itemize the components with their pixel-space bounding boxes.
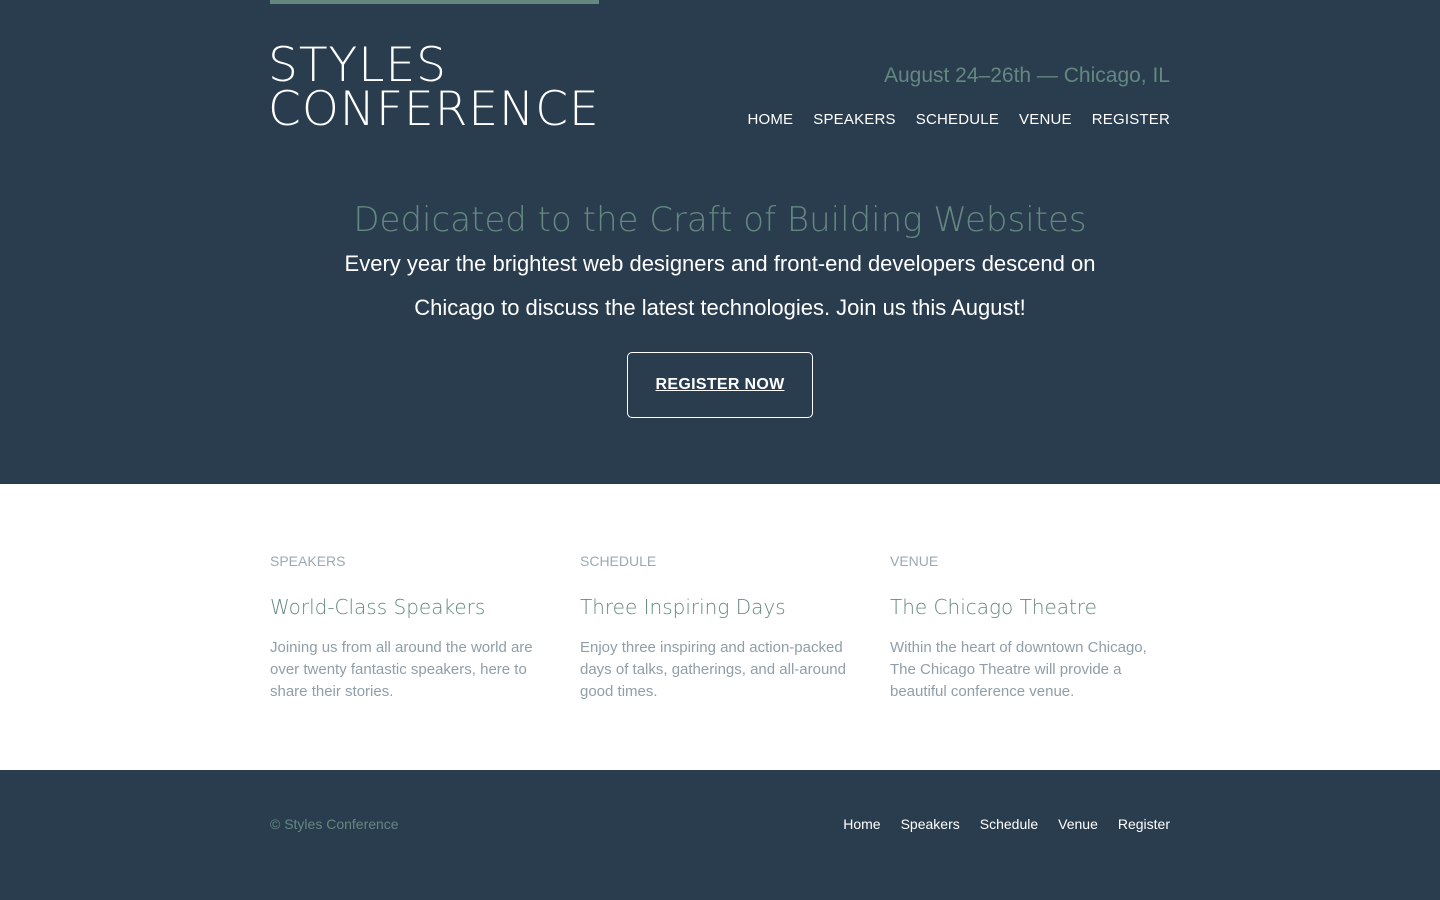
feature-title[interactable]: The Chicago Theatre — [890, 593, 1170, 621]
hero-text: Every year the brightest web designers a… — [344, 251, 1096, 320]
site-footer: © Styles Conference Home Speakers Schedu… — [0, 770, 1440, 900]
feature-title[interactable]: World-Class Speakers — [270, 593, 550, 621]
hero-section: Dedicated to the Craft of Building Websi… — [0, 198, 1440, 330]
nav-item-schedule[interactable]: SCHEDULE — [916, 111, 999, 128]
nav-item-speakers[interactable]: SPEAKERS — [813, 111, 895, 128]
logo-line-2[interactable]: CONFERENCE — [268, 86, 600, 133]
feature-venue: VENUE The Chicago Theatre Within the hea… — [890, 552, 1170, 703]
site-header: STYLES CONFERENCE August 24–26th — Chica… — [0, 0, 1440, 484]
register-now-button[interactable]: REGISTER NOW — [627, 352, 813, 418]
feature-kicker: SPEAKERS — [270, 553, 346, 569]
feature-speakers: SPEAKERS World-Class Speakers Joining us… — [270, 552, 550, 703]
feature-kicker: VENUE — [890, 553, 939, 569]
footer-link-speakers[interactable]: Speakers — [901, 816, 960, 832]
features-section: SPEAKERS World-Class Speakers Joining us… — [0, 484, 1440, 770]
footer-nav: Home Speakers Schedule Venue Register — [843, 816, 1170, 832]
event-tagline: August 24–26th — Chicago, IL — [883, 64, 1170, 87]
primary-nav: HOME SPEAKERS SCHEDULE VENUE REGISTER — [747, 111, 1170, 128]
feature-schedule: SCHEDULE Three Inspiring Days Enjoy thre… — [580, 552, 860, 703]
copyright-text: © Styles Conference — [270, 816, 399, 832]
footer-link-schedule[interactable]: Schedule — [980, 816, 1038, 832]
site-logo[interactable]: STYLES CONFERENCE — [268, 42, 600, 133]
feature-title[interactable]: Three Inspiring Days — [580, 593, 860, 621]
nav-item-venue[interactable]: VENUE — [1019, 111, 1072, 128]
footer-link-register[interactable]: Register — [1118, 816, 1170, 832]
feature-text: Within the heart of downtown Chicago, Th… — [890, 639, 1147, 700]
footer-link-venue[interactable]: Venue — [1058, 816, 1098, 832]
feature-text: Joining us from all around the world are… — [270, 639, 533, 700]
feature-text: Enjoy three inspiring and action-packed … — [580, 639, 846, 700]
logo-accent-bar — [270, 0, 599, 4]
nav-item-register[interactable]: REGISTER — [1092, 111, 1170, 128]
hero-title: Dedicated to the Craft of Building Websi… — [353, 200, 1087, 240]
footer-link-home[interactable]: Home — [843, 816, 880, 832]
nav-item-home[interactable]: HOME — [747, 111, 793, 128]
feature-kicker: SCHEDULE — [580, 553, 657, 569]
